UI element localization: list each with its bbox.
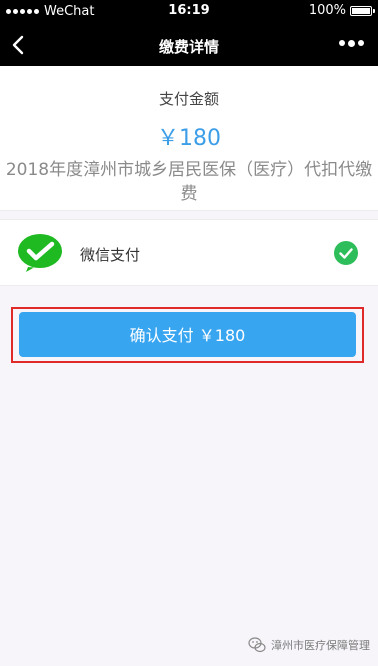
watermark: 漳州市医疗保障管理 [248,636,370,654]
status-bar: WeChat 16:19 100% [0,0,378,24]
amount-label: 支付金额 [158,90,219,108]
more-options-button[interactable] [337,38,366,49]
confirm-pay-button[interactable]: 确认支付 ￥180 [19,312,356,357]
payment-method-label: 微信支付 [80,246,141,264]
wechat-logo-icon [248,637,266,653]
more-dots-icon [339,40,345,46]
battery-icon [350,5,375,16]
payment-description: 2018年度漳州市城乡居民医保（医疗）代扣代缴费 [5,160,373,204]
payment-method-wechat[interactable]: 微信支付 [0,220,378,286]
amount-value: ￥180 [157,126,221,151]
wechat-pay-icon [18,234,62,272]
watermark-text: 漳州市医疗保障管理 [271,639,370,652]
nav-bar: 缴费详情 [0,24,378,66]
battery-fill [352,7,370,14]
section-divider [0,210,378,220]
status-right: 100% [308,3,375,18]
battery-percent: 100% [308,3,346,18]
page-title: 缴费详情 [158,38,219,56]
check-circle-icon [334,241,358,265]
amount-section: 支付金额 ￥180 2018年度漳州市城乡居民医保（医疗）代扣代缴费 [0,66,378,210]
